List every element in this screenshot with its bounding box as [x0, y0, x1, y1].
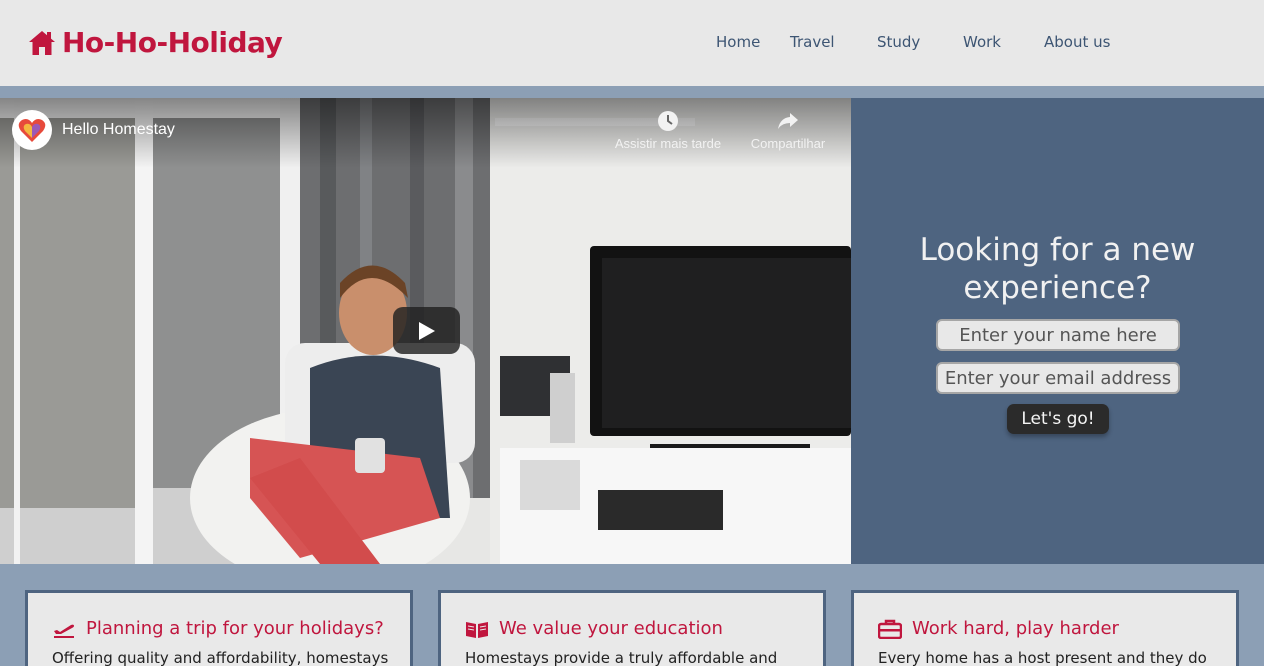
card-title-travel: Planning a trip for your holidays?: [86, 618, 384, 639]
play-button[interactable]: [393, 307, 460, 354]
share-button[interactable]: Compartilhar: [740, 110, 836, 151]
nav-study[interactable]: Study: [877, 33, 920, 51]
heart-logo-icon: [18, 119, 46, 142]
email-input[interactable]: [936, 362, 1180, 394]
share-label: Compartilhar: [750, 136, 826, 151]
embedded-video[interactable]: Hello Homestay Assistir mais tarde Compa…: [0, 98, 851, 564]
signup-panel: Looking for a new experience? Let's go!: [851, 98, 1264, 564]
nav-about-us[interactable]: About us: [1044, 33, 1110, 51]
feature-card-work[interactable]: Work hard, play harder Every home has a …: [851, 590, 1239, 666]
video-channel-title[interactable]: Hello Homestay: [62, 121, 175, 139]
briefcase-icon: [878, 619, 902, 639]
lets-go-button[interactable]: Let's go!: [1007, 404, 1109, 434]
nav-travel[interactable]: Travel: [790, 33, 835, 51]
card-text-study: Homestays provide a truly affordable and: [465, 649, 778, 666]
nav-home[interactable]: Home: [716, 33, 760, 51]
channel-avatar[interactable]: [12, 110, 52, 150]
watch-later-label: Assistir mais tarde: [614, 136, 722, 151]
card-title-work: Work hard, play harder: [912, 618, 1119, 639]
nav-work[interactable]: Work: [963, 33, 1001, 51]
card-title-study: We value your education: [499, 618, 723, 639]
signup-heading: Looking for a new experience?: [919, 232, 1196, 306]
site-header: Ho-Ho-Holiday Home Travel Study Work Abo…: [0, 0, 1264, 86]
share-arrow-icon: [778, 113, 798, 129]
plane-departure-icon: [54, 624, 74, 638]
brand-name: Ho-Ho-Holiday: [62, 26, 283, 59]
watch-later-button[interactable]: Assistir mais tarde: [608, 110, 728, 151]
clock-icon: [658, 111, 678, 131]
brand-logo[interactable]: Ho-Ho-Holiday: [28, 26, 283, 59]
house-icon: [29, 30, 55, 55]
card-text-work: Every home has a host present and they d…: [878, 649, 1207, 666]
feature-card-study[interactable]: We value your education Homestays provid…: [438, 590, 826, 666]
book-icon: [466, 621, 488, 638]
feature-card-travel[interactable]: Planning a trip for your holidays? Offer…: [25, 590, 413, 666]
name-input[interactable]: [936, 319, 1180, 351]
card-text-travel: Offering quality and affordability, home…: [52, 649, 389, 666]
play-icon: [419, 322, 435, 340]
